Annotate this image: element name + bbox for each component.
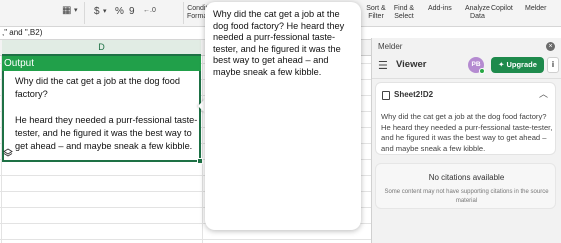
comma-icon[interactable]: 9 [129,6,135,17]
currency-icon[interactable]: $ [94,6,100,17]
find-select-button[interactable]: Find & Select [392,5,416,21]
chevron-down-icon[interactable]: ▾ [103,7,107,15]
document-icon [382,91,390,100]
selected-output-cell[interactable]: Why did the cat get a job at the dog foo… [2,71,201,162]
cell-question: Why did the cat get a job at the dog foo… [15,76,180,99]
reference-card[interactable]: Sheet2!D2 ︿ Why did the cat get a job at… [375,82,556,155]
menu-icon[interactable]: ☰ [378,59,388,72]
layers-icon [3,148,13,158]
no-citations-subtitle: Some content may not have supporting cit… [384,189,549,204]
reference-cell-label: Sheet2!D2 [394,90,434,99]
find-select-label-2: Select [394,13,414,20]
find-select-label-1: Find & [393,5,415,12]
upgrade-label: Upgrade [506,60,537,69]
viewer-label: Viewer [396,59,427,70]
percent-icon[interactable]: % [115,6,124,17]
column-header-d[interactable]: D [2,40,201,56]
ribbon-separator [84,2,85,24]
analyze-data-label-2: Data [470,13,485,20]
melder-button[interactable]: Melder [525,5,546,13]
analyze-data-label-1: Analyze [465,5,490,12]
add-ins-button[interactable]: Add-ins [428,5,452,13]
grid-line [202,56,203,243]
sort-filter-label-2: Filter [368,13,384,20]
sort-filter-button[interactable]: Sort & Filter [364,5,388,21]
decimal-icon[interactable]: ←.0 [143,7,156,14]
reference-text: Why did the cat get a job at the dog foo… [381,112,553,153]
cell-answer: He heard they needed a purr-fessional ta… [15,115,198,151]
upgrade-button[interactable]: ✦ Upgrade [491,57,544,73]
close-icon[interactable]: × [546,42,555,51]
copilot-button[interactable]: Copilot [491,5,513,13]
no-citations-title: No citations available [428,173,505,182]
melder-side-panel: Melder × ☰ Viewer PB ✦ Upgrade i Sheet2!… [371,38,561,243]
panel-divider [372,78,561,79]
online-status-dot [479,68,485,74]
panel-title: Melder [378,42,403,51]
cell-hover-tooltip: Why did the cat get a job at the dog foo… [205,2,361,230]
info-button[interactable]: i [547,57,559,73]
analyze-data-button[interactable]: Analyze Data [465,5,490,21]
no-citations-box: No citations available Some content may … [375,163,556,209]
sort-filter-label-1: Sort & [366,5,386,12]
output-header-cell[interactable]: Output [2,56,201,71]
table-icon[interactable]: ▦ [62,5,71,16]
chevron-down-icon[interactable]: ▾ [74,6,78,14]
ribbon-separator [183,2,184,24]
chevron-up-icon[interactable]: ︿ [539,87,548,100]
fill-handle[interactable] [197,158,203,164]
